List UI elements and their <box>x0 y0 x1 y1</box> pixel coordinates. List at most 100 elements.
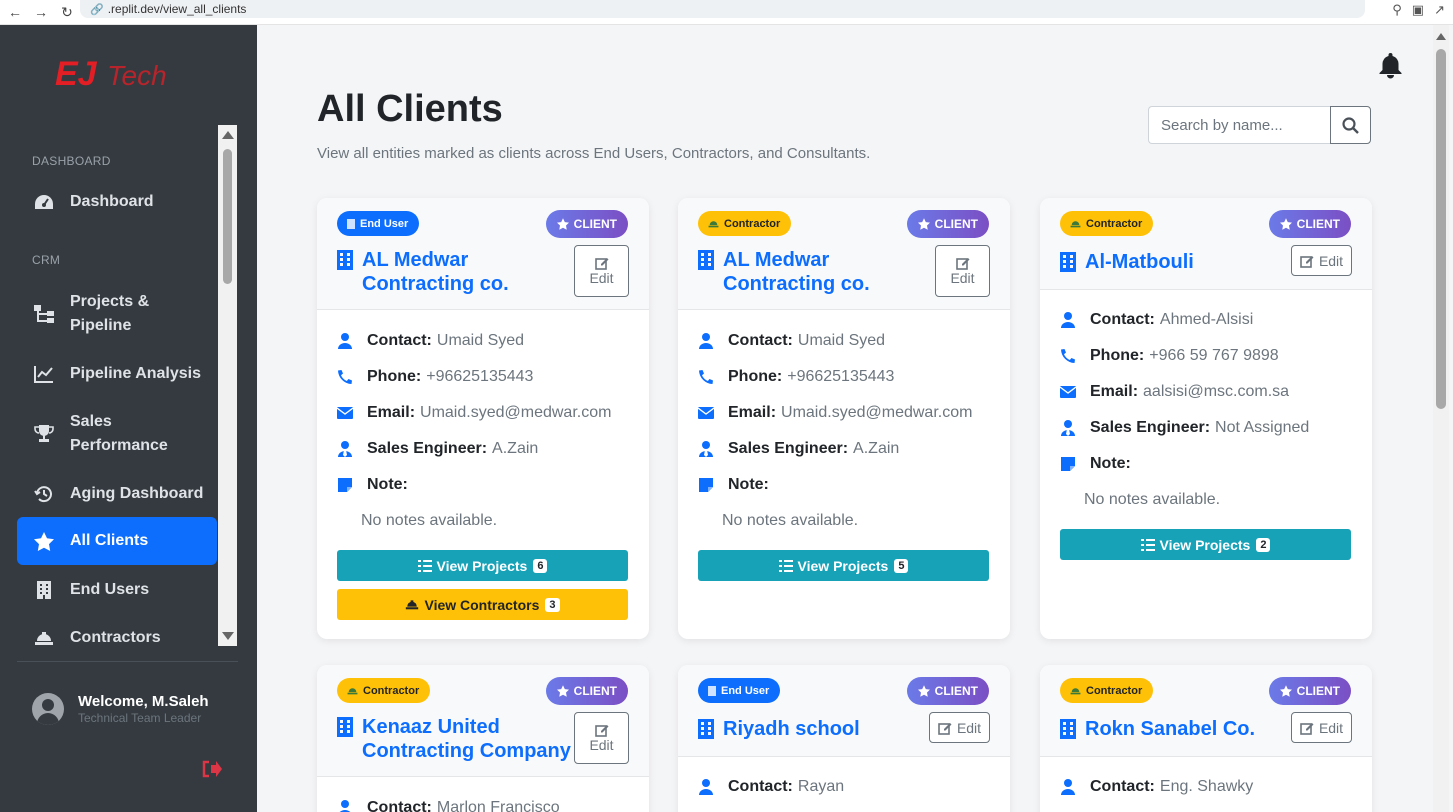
client-badge: CLIENT <box>906 210 989 238</box>
edit-icon <box>938 722 952 735</box>
hard-hat-icon <box>1070 686 1081 695</box>
address-bar[interactable]: 🔗 .replit.dev/view_all_clients <box>80 0 1365 18</box>
edit-button[interactable]: Edit <box>574 712 629 764</box>
ejtech-logo: EJ Tech <box>55 55 167 93</box>
edit-icon <box>594 725 608 737</box>
no-notes-text: No notes available. <box>361 512 498 529</box>
sitemap-icon <box>32 302 56 326</box>
type-badge: End User <box>698 678 781 703</box>
browser-toolbar: ← → ↻ 🔗 .replit.dev/view_all_clients ⚲ ▣… <box>0 0 1453 25</box>
sidebar-item-pipeline-analysis[interactable]: Pipeline Analysis <box>17 361 217 387</box>
history-icon <box>32 482 56 506</box>
contact-row: Contact: Umaid Syed <box>337 332 524 350</box>
projects-count: 2 <box>1256 537 1271 552</box>
type-badge: Contractor <box>1060 678 1154 703</box>
scroll-up-arrow[interactable] <box>1436 33 1446 40</box>
devices-icon[interactable]: ▣ <box>1412 2 1424 18</box>
sidebar-item-dashboard[interactable]: Dashboard <box>17 189 217 215</box>
client-name[interactable]: Kenaaz United Contracting Company <box>337 715 571 763</box>
client-card: Contractor CLIENT AL Medwar Contracting c… <box>678 198 1010 639</box>
sticky-note-icon <box>337 477 353 493</box>
sidebar-item-label: Dashboard <box>70 193 154 210</box>
star-icon <box>32 529 56 553</box>
view-projects-button[interactable]: View Projects 6 <box>337 550 628 581</box>
client-name[interactable]: AL Medwar Contracting co. <box>337 248 509 296</box>
edit-icon <box>955 258 969 270</box>
search-button[interactable] <box>1330 106 1371 144</box>
sidebar-item-label: Projects & Pipeline <box>70 293 150 334</box>
sidebar-item-contractors[interactable]: Contractors <box>17 625 217 651</box>
email-row: Email: Umaid.syed@medwar.com <box>337 404 611 422</box>
logout-icon[interactable] <box>202 760 222 778</box>
sidebar-scrollbar[interactable] <box>218 125 237 646</box>
sidebar-item-label: Pipeline Analysis <box>70 365 202 382</box>
section-title-dashboard: DASHBOARD <box>32 154 111 168</box>
view-contractors-button[interactable]: View Contractors 3 <box>337 589 628 620</box>
edit-button[interactable]: Edit <box>1291 245 1352 276</box>
phone-row: Phone: +96625135443 <box>698 368 894 386</box>
user-icon <box>698 333 714 349</box>
sidebar-item-aging-dashboard[interactable]: Aging Dashboard <box>17 481 217 507</box>
star-icon <box>1279 685 1292 697</box>
client-name[interactable]: Al-Matbouli <box>1060 250 1194 274</box>
view-projects-button[interactable]: View Projects 5 <box>698 550 989 581</box>
list-icon <box>1140 538 1155 551</box>
sidebar-item-all-clients[interactable]: All Clients <box>17 517 217 565</box>
edit-button[interactable]: Edit <box>574 245 629 297</box>
view-projects-button[interactable]: View Projects 2 <box>1060 529 1351 560</box>
contact-row: Contact: Eng. Shawky <box>1060 778 1253 796</box>
page-scrollbar[interactable] <box>1433 25 1449 812</box>
client-card: Contractor CLIENT Rokn Sanabel Co. Edit … <box>1040 665 1372 812</box>
back-arrow-icon[interactable]: ← <box>4 2 26 22</box>
star-icon <box>556 218 569 230</box>
envelope-icon <box>698 405 714 421</box>
hard-hat-icon <box>405 599 419 610</box>
user-icon <box>337 800 353 812</box>
client-name[interactable]: Rokn Sanabel Co. <box>1060 717 1255 741</box>
building-icon <box>337 717 353 737</box>
user-icon <box>698 779 714 795</box>
scroll-up-arrow[interactable] <box>222 131 234 139</box>
scrollbar-thumb[interactable] <box>1436 49 1446 409</box>
user-tie-icon <box>698 441 714 457</box>
hard-hat-icon <box>708 219 719 228</box>
trophy-icon <box>32 422 56 446</box>
hard-hat-icon <box>1070 219 1081 228</box>
edit-button[interactable]: Edit <box>935 245 990 297</box>
client-card: Contractor CLIENT Al-Matbouli Edit Conta… <box>1040 198 1372 639</box>
sidebar-item-sales-performance[interactable]: Sales Performance <box>17 409 217 459</box>
scroll-down-arrow[interactable] <box>222 632 234 640</box>
type-badge: Contractor <box>1060 211 1154 236</box>
contact-row: Contact: Ahmed-Alsisi <box>1060 311 1253 329</box>
user-icon <box>1060 779 1076 795</box>
envelope-icon <box>1060 384 1076 400</box>
reload-icon[interactable]: ↻ <box>56 2 78 22</box>
phone-icon <box>1060 348 1076 364</box>
url-text: .replit.dev/view_all_clients <box>107 2 247 16</box>
contact-row: Contact: Umaid Syed <box>698 332 885 350</box>
scrollbar-thumb[interactable] <box>223 149 232 284</box>
sidebar-item-label: Sales Performance <box>70 413 168 454</box>
client-badge: CLIENT <box>1268 677 1351 705</box>
list-icon <box>778 559 793 572</box>
client-badge: CLIENT <box>906 677 989 705</box>
hard-hat-icon <box>32 626 56 650</box>
edit-button[interactable]: Edit <box>929 712 990 743</box>
bell-icon[interactable] <box>1378 51 1403 79</box>
star-icon <box>556 685 569 697</box>
sidebar-item-projects-pipeline[interactable]: Projects & Pipeline <box>17 289 217 339</box>
search-input[interactable] <box>1148 106 1330 144</box>
client-name[interactable]: AL Medwar Contracting co. <box>698 248 870 296</box>
user-profile[interactable]: Welcome, M.Saleh Technical Team Leader <box>32 693 209 725</box>
star-icon <box>917 218 930 230</box>
key-icon[interactable]: ⚲ <box>1392 2 1402 18</box>
sidebar-item-end-users[interactable]: End Users <box>17 577 217 603</box>
edit-button[interactable]: Edit <box>1291 712 1352 743</box>
forward-arrow-icon[interactable]: → <box>30 2 52 22</box>
user-role: Technical Team Leader <box>78 711 202 725</box>
email-row: Email: Umaid.syed@medwar.com <box>698 404 972 422</box>
open-external-icon[interactable]: ↗ <box>1434 2 1445 18</box>
client-name[interactable]: Riyadh school <box>698 717 860 741</box>
edit-icon <box>1300 255 1314 268</box>
hard-hat-icon <box>347 686 358 695</box>
